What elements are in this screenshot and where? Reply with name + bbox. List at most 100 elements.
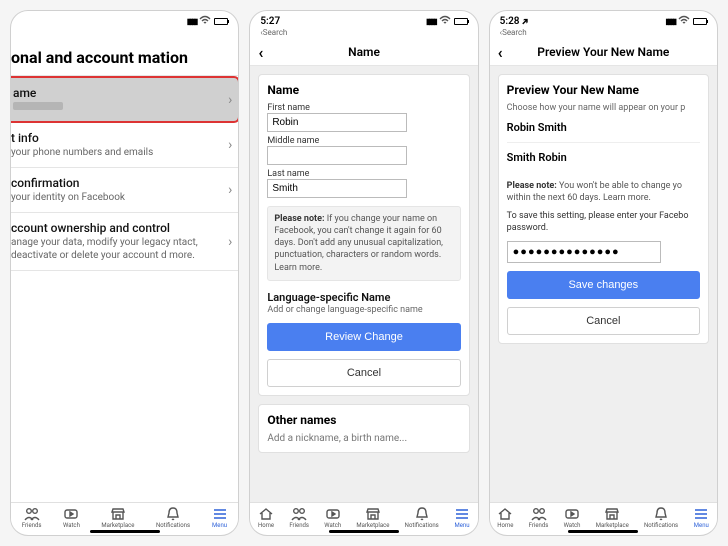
tab-notifications[interactable]: Notifications [644, 507, 678, 529]
location-icon [522, 16, 530, 27]
settings-row-contact[interactable]: t info your phone numbers and emails › [11, 123, 238, 168]
tab-marketplace[interactable]: Marketplace [356, 507, 389, 529]
row-label: confirmation [11, 176, 230, 190]
tab-friends[interactable]: Friends [289, 507, 309, 529]
preview-note: Please note: You won't be able to change… [507, 180, 700, 204]
section-title: Preview Your New Name [507, 83, 700, 97]
tab-watch[interactable]: Watch [63, 507, 80, 529]
marketplace-icon [604, 507, 620, 521]
middle-name-label: Middle name [267, 136, 460, 146]
other-names-card[interactable]: Other names Add a nickname, a birth name… [258, 404, 469, 453]
header-title: Name [348, 45, 380, 59]
home-icon [497, 507, 513, 521]
tab-watch[interactable]: Watch [564, 507, 581, 529]
other-names-sub: Add a nickname, a birth name... [267, 433, 460, 444]
tab-home[interactable]: Home [258, 507, 274, 529]
chevron-right-icon: › [228, 182, 232, 198]
page-title: onal and account mation [11, 30, 238, 75]
watch-icon [325, 507, 341, 521]
first-name-label: First name [267, 103, 460, 113]
marketplace-icon [110, 507, 126, 521]
first-name-input[interactable] [267, 113, 406, 132]
tab-menu[interactable]: Menu [693, 507, 709, 529]
row-subtitle: your phone numbers and emails [11, 146, 230, 159]
settings-row-identity[interactable]: confirmation your identity on Facebook › [11, 168, 238, 213]
home-indicator [11, 531, 238, 535]
settings-row-name[interactable]: ame › [11, 76, 238, 123]
status-bar [11, 11, 238, 30]
chevron-right-icon: › [228, 137, 232, 153]
last-name-input[interactable] [267, 179, 406, 198]
tab-notifications[interactable]: Notifications [405, 507, 439, 529]
save-prompt: To save this setting, please enter your … [507, 210, 700, 234]
cancel-button[interactable]: Cancel [267, 359, 460, 387]
friends-icon [531, 507, 547, 521]
content-area: Preview Your New Name Choose how your na… [490, 66, 717, 502]
choose-text: Choose how your name will appear on your… [507, 103, 700, 113]
chevron-right-icon: › [228, 234, 232, 250]
home-indicator [490, 531, 717, 535]
back-to-search[interactable]: Search [490, 28, 717, 37]
content-area: onal and account mation ame › t info you… [11, 30, 238, 502]
status-time: 5:28 [500, 16, 520, 27]
middle-name-input[interactable] [267, 146, 406, 165]
tab-menu[interactable]: Menu [454, 507, 470, 529]
tab-bar: Home Friends Watch Marketplace Notificat… [490, 502, 717, 531]
tab-bar: Home Friends Watch Marketplace Notificat… [250, 502, 477, 531]
bell-icon [653, 507, 669, 521]
nav-header: ‹ Preview Your New Name [490, 39, 717, 66]
battery-icon [693, 18, 707, 25]
home-indicator [250, 531, 477, 535]
tab-home[interactable]: Home [497, 507, 513, 529]
back-to-search[interactable]: Search [250, 28, 477, 37]
password-input[interactable] [507, 241, 662, 263]
phone-screen-2: 5:27 Search ‹ Name Name First name Middl… [249, 10, 478, 536]
tab-marketplace[interactable]: Marketplace [596, 507, 629, 529]
header-title: Preview Your New Name [537, 45, 669, 59]
menu-icon [693, 507, 709, 521]
tab-friends[interactable]: Friends [22, 507, 42, 529]
marketplace-icon [365, 507, 381, 521]
back-icon[interactable]: ‹ [258, 43, 263, 62]
other-names-heading: Other names [267, 413, 460, 427]
home-icon [258, 507, 274, 521]
last-name-label: Last name [267, 169, 460, 179]
name-option-1[interactable]: Robin Smith [507, 113, 700, 143]
signal-icon [665, 16, 675, 27]
tab-bar: Friends Watch Marketplace Notifications … [11, 502, 238, 531]
bell-icon [414, 507, 430, 521]
content-area: Name First name Middle name Last name Pl… [250, 66, 477, 502]
wifi-icon [678, 15, 690, 28]
back-icon[interactable]: ‹ [498, 43, 503, 62]
friends-icon [291, 507, 307, 521]
tab-marketplace[interactable]: Marketplace [101, 507, 134, 529]
row-subtitle: your identity on Facebook [11, 191, 230, 204]
tab-notifications[interactable]: Notifications [156, 507, 190, 529]
wifi-icon [439, 15, 451, 28]
chevron-right-icon: › [228, 92, 232, 108]
save-changes-button[interactable]: Save changes [507, 271, 700, 299]
name-note: Please note: If you change your name on … [267, 206, 460, 281]
cancel-button[interactable]: Cancel [507, 307, 700, 335]
preview-card: Preview Your New Name Choose how your na… [498, 74, 709, 344]
phone-screen-1: onal and account mation ame › t info you… [10, 10, 239, 536]
signal-icon [426, 16, 436, 27]
menu-icon [212, 507, 228, 521]
bell-icon [165, 507, 181, 521]
review-change-button[interactable]: Review Change [267, 323, 460, 351]
menu-icon [454, 507, 470, 521]
tab-watch[interactable]: Watch [324, 507, 341, 529]
settings-row-ownership[interactable]: ccount ownership and control anage your … [11, 213, 238, 271]
phone-screen-3: 5:28 Search ‹ Preview Your New Name Prev… [489, 10, 718, 536]
row-subtitle: anage your data, modify your legacy ntac… [11, 236, 230, 262]
row-label: ame [13, 86, 232, 100]
name-option-2[interactable]: Smith Robin [507, 143, 700, 172]
lang-name-sub: Add or change language-specific name [267, 305, 460, 315]
battery-icon [454, 18, 468, 25]
tab-menu[interactable]: Menu [212, 507, 228, 529]
lang-name-heading: Language-specific Name [267, 291, 460, 304]
tab-friends[interactable]: Friends [529, 507, 549, 529]
friends-icon [24, 507, 40, 521]
watch-icon [564, 507, 580, 521]
battery-icon [214, 18, 228, 25]
